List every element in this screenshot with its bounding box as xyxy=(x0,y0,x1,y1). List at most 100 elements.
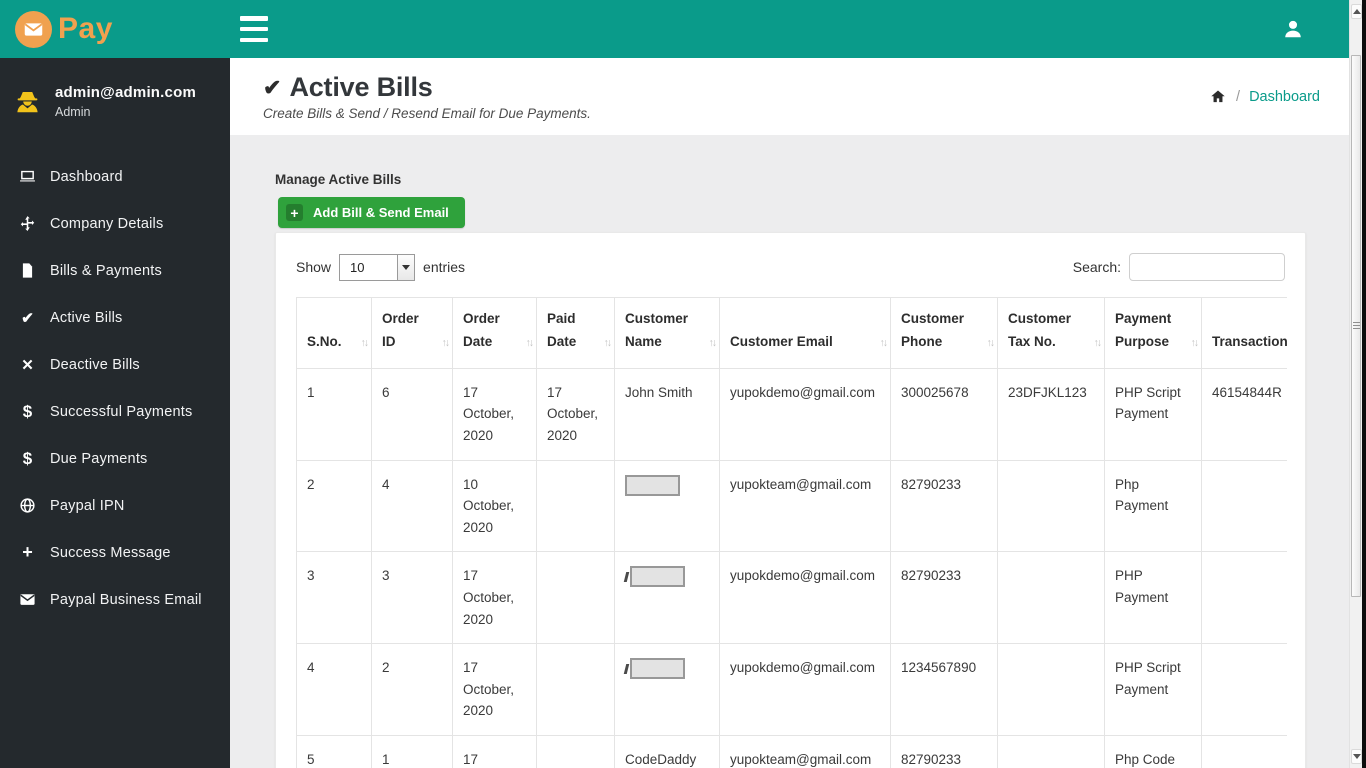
cell-sno: 2 xyxy=(296,460,372,553)
cell-sno: 3 xyxy=(296,551,372,645)
column-header-order-date[interactable]: Order Date ↑↓ xyxy=(452,297,537,369)
cell-order_date: 17 October, 2020 xyxy=(452,551,537,645)
table-row: 2 4 10 October, 2020 yupokteam@gmail.com 827… xyxy=(296,460,1287,553)
main-area: ✔ Active Bills Create Bills & Send / Res… xyxy=(230,0,1350,768)
cell-customer_phone: 82790233 xyxy=(890,735,998,768)
column-header-order-id[interactable]: Order ID ↑↓ xyxy=(371,297,453,369)
home-icon[interactable] xyxy=(1209,88,1227,105)
column-header-customer-tax-no-[interactable]: Customer Tax No. ↑↓ xyxy=(997,297,1105,369)
broken-image-placeholder xyxy=(630,658,685,680)
page-title: Active Bills xyxy=(289,72,433,102)
sidebar-item-success-message[interactable]: + Success Message xyxy=(0,529,230,576)
sort-icon: ↑↓ xyxy=(441,337,450,350)
breadcrumb-link-dashboard[interactable]: Dashboard xyxy=(1249,89,1320,105)
cell-order_id: 4 xyxy=(371,460,453,553)
cell-order_date: 17 October, 2020 xyxy=(452,368,537,461)
title-band: ✔ Active Bills Create Bills & Send / Res… xyxy=(230,58,1350,135)
cell-paid_date xyxy=(536,551,615,645)
sort-icon: ↑↓ xyxy=(525,337,534,350)
search-input[interactable] xyxy=(1129,253,1285,281)
sidebar-item-due-payments[interactable]: $ Due Payments xyxy=(0,435,230,482)
column-header-customer-phone[interactable]: Customer Phone ↑↓ xyxy=(890,297,998,369)
breadcrumb: / Dashboard xyxy=(1209,88,1320,105)
dollar-icon: $ xyxy=(22,448,33,468)
cell-order_id: 2 xyxy=(371,643,453,736)
sort-icon: ↑↓ xyxy=(603,337,612,350)
check-icon: ✔ xyxy=(263,74,282,100)
person-icon[interactable] xyxy=(1282,18,1304,40)
sidebar-item-bills-payments[interactable]: Bills & Payments xyxy=(0,247,230,294)
page-subtitle: Create Bills & Send / Resend Email for D… xyxy=(263,106,591,121)
topbar xyxy=(230,0,1350,58)
window-edge xyxy=(1362,0,1366,768)
scroll-up-icon[interactable] xyxy=(1351,4,1362,19)
cell-customer_phone: 300025678 xyxy=(890,368,998,461)
hamburger-icon[interactable] xyxy=(240,16,268,42)
cell-transaction: 46154844R xyxy=(1201,368,1287,461)
cell-sno: 5 xyxy=(296,735,372,768)
sidebar: Pay admin@admin.com Admin Dashboard Compa… xyxy=(0,0,230,768)
column-header-payment-purpose[interactable]: Payment Purpose ↑↓ xyxy=(1104,297,1202,369)
sidebar-nav: Dashboard Company Details Bills & Payments… xyxy=(0,153,230,623)
cell-transaction xyxy=(1201,735,1287,768)
sidebar-item-company-details[interactable]: Company Details xyxy=(0,200,230,247)
laptop-icon xyxy=(18,167,37,186)
sidebar-item-successful-payments[interactable]: $ Successful Payments xyxy=(0,388,230,435)
table-row: 5117 October, 2020 CodeDaddyyupokteam@gma… xyxy=(296,735,1287,768)
entries-select[interactable]: 10 xyxy=(339,253,416,281)
cell-customer_tax: 23DFJKL123 xyxy=(997,368,1105,461)
cell-customer_email: yupokdemo@gmail.com xyxy=(719,368,891,461)
globe-icon xyxy=(18,496,37,515)
column-header-customer-name[interactable]: Customer Name ↑↓ xyxy=(614,297,720,369)
cell-order_id: 1 xyxy=(371,735,453,768)
cell-customer_email: yupokdemo@gmail.com xyxy=(719,643,891,736)
user-role: Admin xyxy=(55,105,91,119)
table-row: 1 6 17 October, 2020 17 October, 2020 John S… xyxy=(296,368,1287,461)
cell-customer_tax xyxy=(997,551,1105,645)
spy-icon xyxy=(14,88,41,115)
scrollbar-thumb[interactable] xyxy=(1351,55,1361,597)
brand-name: Pay xyxy=(58,12,113,45)
cell-paid_date xyxy=(536,460,615,553)
search-label: Search: xyxy=(1072,259,1121,275)
cell-order_date: 17 October, 2020 xyxy=(452,735,537,768)
entries-value: 10 xyxy=(350,259,365,275)
show-label: Show xyxy=(296,259,332,275)
sidebar-item-deactive-bills[interactable]: ✕ Deactive Bills xyxy=(0,341,230,388)
logo[interactable]: Pay xyxy=(0,0,230,58)
cell-payment_purpose: Php Payment xyxy=(1104,460,1202,553)
sort-icon: ↑↓ xyxy=(1093,337,1102,350)
column-header-customer-email[interactable]: Customer Email ↑↓ xyxy=(719,297,891,369)
dollar-icon: $ xyxy=(22,401,33,421)
column-header-paid-date[interactable]: Paid Date ↑↓ xyxy=(536,297,615,369)
cell-customer_name: John Smith xyxy=(614,368,720,461)
scroll-down-icon[interactable] xyxy=(1351,749,1362,764)
cell-customer_name xyxy=(614,643,720,736)
entries-label: entries xyxy=(423,259,466,275)
cell-payment_purpose: PHP Script Payment xyxy=(1104,643,1202,736)
cell-transaction xyxy=(1201,643,1287,736)
cell-customer_tax xyxy=(997,460,1105,553)
cell-customer_tax xyxy=(997,643,1105,736)
x-icon: ✕ xyxy=(21,356,34,374)
column-header-transaction[interactable]: Transaction↑↓ xyxy=(1201,297,1287,369)
sidebar-user-block: admin@admin.com Admin xyxy=(0,58,230,143)
cell-customer_email: yupokdemo@gmail.com xyxy=(719,551,891,645)
add-bill-button[interactable]: + Add Bill & Send Email xyxy=(278,197,465,228)
sort-icon: ↑↓ xyxy=(708,337,717,350)
table-row: 3 3 17 October, 2020 yupokdemo@gmail.com 827… xyxy=(296,551,1287,645)
broken-image-placeholder xyxy=(625,474,680,496)
sidebar-item-active-bills[interactable]: ✔ Active Bills xyxy=(0,294,230,341)
cell-order_date: 17 October, 2020 xyxy=(452,643,537,736)
envelope-icon xyxy=(18,590,37,609)
cell-sno: 1 xyxy=(296,368,372,461)
table-row: 4 2 17 October, 2020 yupokdemo@gmail.com 123… xyxy=(296,643,1287,736)
section-title: Manage Active Bills xyxy=(275,172,402,187)
column-header-s-no-[interactable]: S.No. ↑↓ xyxy=(296,297,372,369)
cell-payment_purpose: PHP Script Payment xyxy=(1104,368,1202,461)
cell-payment_purpose: Php Code Payment xyxy=(1104,735,1202,768)
sidebar-item-paypal-ipn[interactable]: Paypal IPN xyxy=(0,482,230,529)
sidebar-item-dashboard[interactable]: Dashboard xyxy=(0,153,230,200)
sidebar-item-paypal-business-email[interactable]: Paypal Business Email xyxy=(0,576,230,623)
page-scrollbar[interactable] xyxy=(1349,0,1362,768)
